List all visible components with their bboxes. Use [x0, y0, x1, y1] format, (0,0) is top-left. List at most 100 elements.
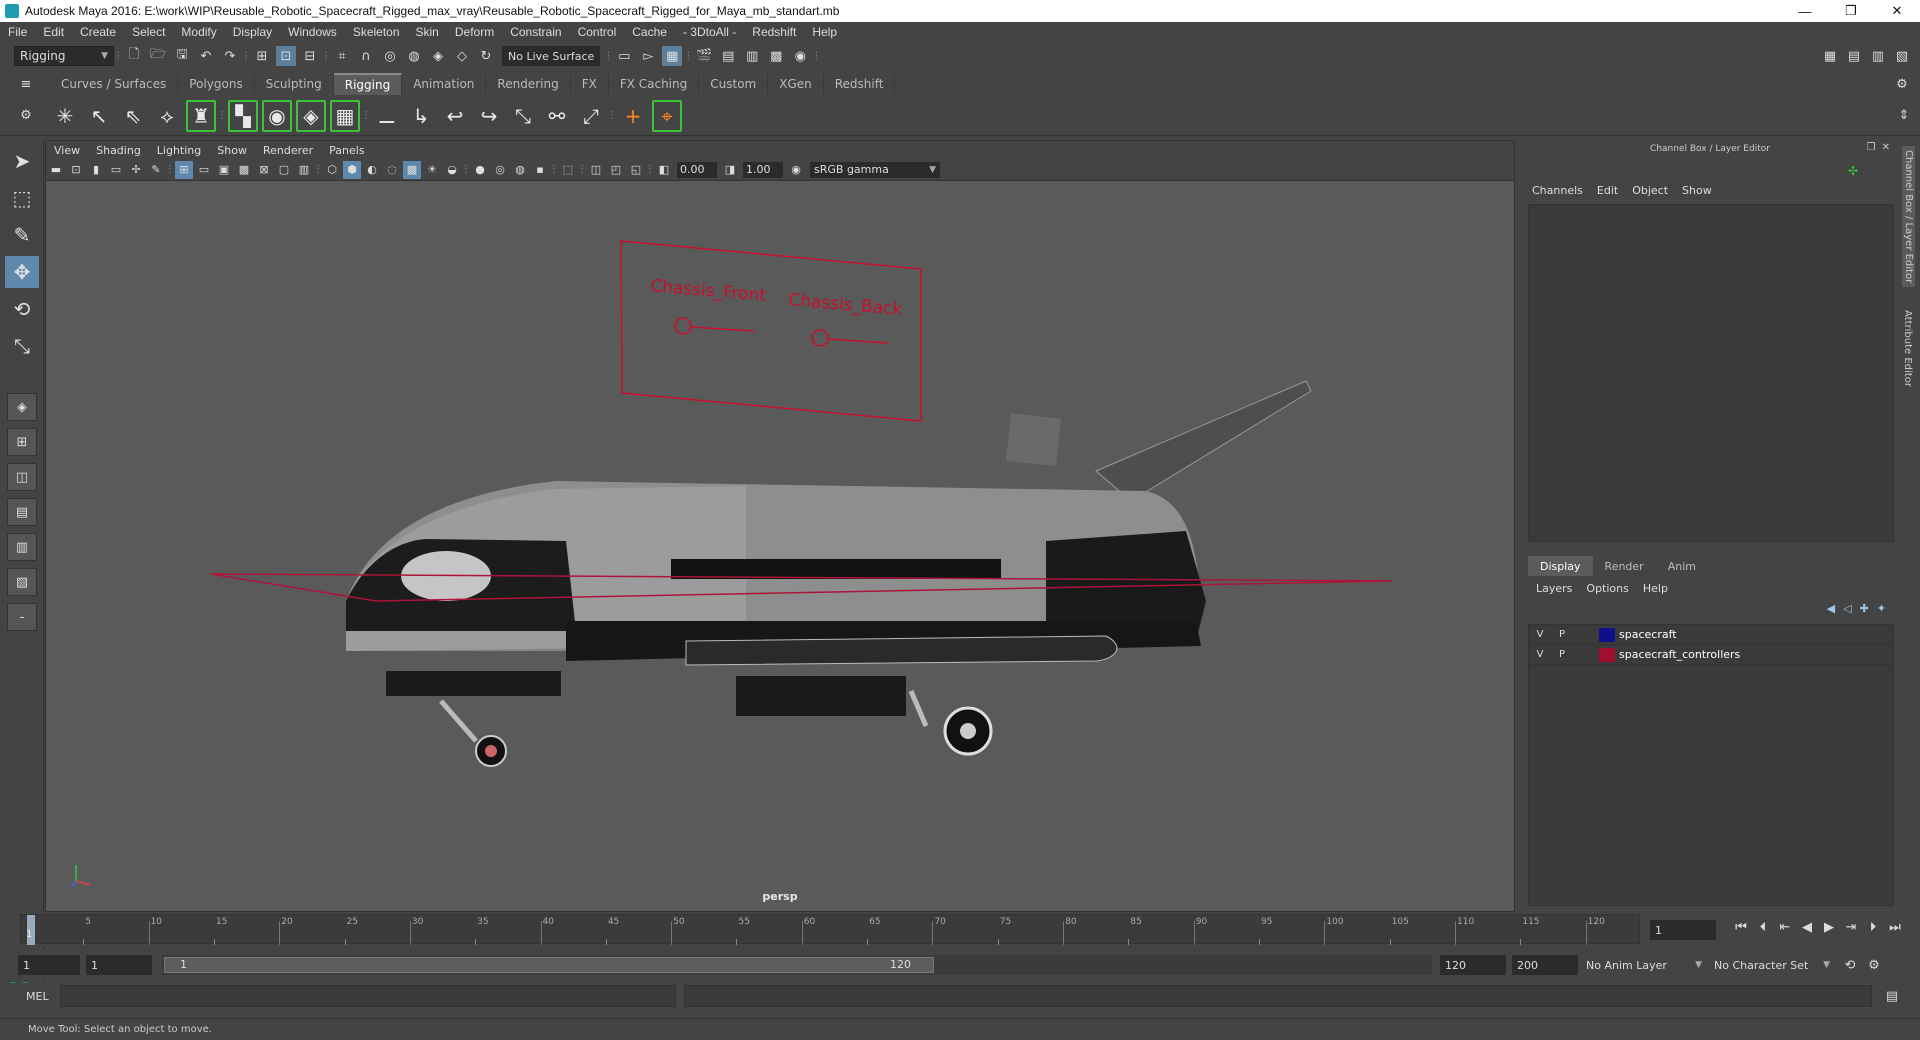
- outliner-layout-icon[interactable]: ▤: [7, 498, 37, 526]
- tab-rendering[interactable]: Rendering: [486, 73, 571, 95]
- exposure-field[interactable]: 0.00: [677, 161, 717, 178]
- layers-menu[interactable]: Layers: [1536, 582, 1572, 595]
- menu-skeleton[interactable]: Skeleton: [345, 25, 408, 39]
- ik-handle-icon[interactable]: ↖: [84, 100, 114, 132]
- open-scene-icon[interactable]: 🗁: [148, 46, 168, 66]
- history-icon[interactable]: ↻: [476, 46, 496, 66]
- hypershade-layout-icon[interactable]: ▧: [7, 568, 37, 596]
- ambient-occlusion-icon[interactable]: ●: [471, 161, 489, 179]
- separator-handle-icon[interactable]: ⋮: [313, 160, 323, 180]
- menu-edit[interactable]: Edit: [35, 25, 72, 39]
- snap-grid-icon[interactable]: ⌗: [332, 46, 352, 66]
- move-layer-up-icon[interactable]: ◀: [1827, 602, 1835, 615]
- color-management-icon[interactable]: ◉: [787, 161, 805, 179]
- new-empty-layer-icon[interactable]: ✚: [1860, 602, 1869, 615]
- viewport-menu-shading[interactable]: Shading: [88, 144, 149, 157]
- range-slider-fill[interactable]: [164, 957, 934, 973]
- current-frame-field[interactable]: 1: [1650, 920, 1716, 940]
- layer-row-spacecraft[interactable]: V P spacecraft: [1529, 625, 1893, 645]
- shelf-settings-gear-icon[interactable]: ⚙: [1892, 74, 1912, 94]
- two-pane-layout-icon[interactable]: ◫: [7, 463, 37, 491]
- layer-visibility-toggle[interactable]: V: [1529, 649, 1551, 660]
- gamma-field[interactable]: 1.00: [743, 161, 783, 178]
- restore-button[interactable]: ❐: [1828, 0, 1874, 22]
- tab-anim[interactable]: Anim: [1656, 556, 1708, 576]
- shelf-menu-icon[interactable]: ≡: [16, 74, 36, 94]
- separator-handle-icon[interactable]: ⋮: [645, 160, 655, 180]
- interactive-bind-icon[interactable]: ◉: [262, 99, 292, 132]
- separator-handle-icon[interactable]: ⋮: [603, 46, 613, 66]
- channels-menu[interactable]: Channels: [1532, 184, 1583, 197]
- chassis-controller-panel[interactable]: Chassis_Front Chassis_Back: [620, 240, 922, 422]
- paint-weights-icon[interactable]: ◈: [296, 99, 326, 132]
- separator-handle-icon[interactable]: ⋮: [461, 160, 471, 180]
- channel-show-menu[interactable]: Show: [1682, 184, 1712, 197]
- viewport-menu-renderer[interactable]: Renderer: [255, 144, 321, 157]
- separator-handle-icon[interactable]: ⋮: [165, 160, 175, 180]
- hypershade-icon[interactable]: ▩: [766, 46, 786, 66]
- xray-components-icon[interactable]: ◱: [627, 161, 645, 179]
- snap-view-plane-icon[interactable]: ◍: [404, 46, 424, 66]
- new-layer-from-selection-icon[interactable]: ✦: [1877, 602, 1886, 615]
- separator-handle-icon[interactable]: ⋮: [577, 160, 587, 180]
- menu-3dtoall[interactable]: - 3DtoAll -: [675, 25, 744, 39]
- camera-attributes-icon[interactable]: ⊡: [67, 161, 85, 179]
- view-transform-dropdown[interactable]: sRGB gamma ▼: [810, 161, 940, 178]
- snap-surface-icon[interactable]: ◈: [428, 46, 448, 66]
- pole-vector-icon[interactable]: ⤢: [576, 100, 606, 132]
- separator-handle-icon[interactable]: ⋮: [241, 46, 251, 66]
- render-view-icon[interactable]: ◉: [790, 46, 810, 66]
- auto-key-icon[interactable]: ⟲: [1840, 955, 1860, 975]
- insert-joint-icon[interactable]: ⟡: [152, 100, 182, 132]
- tab-curves-surfaces[interactable]: Curves / Surfaces: [50, 73, 179, 95]
- channel-edit-menu[interactable]: Edit: [1597, 184, 1618, 197]
- new-scene-icon[interactable]: 🗋: [124, 46, 144, 66]
- separator-handle-icon[interactable]: ⋮: [217, 106, 227, 126]
- playback-end-field[interactable]: 120: [1440, 955, 1506, 975]
- quick-rig-icon[interactable]: ♜: [186, 99, 216, 132]
- viewport-menu-lighting[interactable]: Lighting: [149, 144, 209, 157]
- layer-playback-toggle[interactable]: P: [1551, 649, 1573, 660]
- channel-object-menu[interactable]: Object: [1632, 184, 1668, 197]
- separator-handle-icon[interactable]: ⋮: [361, 106, 371, 126]
- scale-constraint-icon[interactable]: ⤡: [508, 100, 538, 132]
- isolate-select-icon[interactable]: ⬚: [559, 161, 577, 179]
- menu-skin[interactable]: Skin: [408, 25, 447, 39]
- use-all-lights-icon[interactable]: ☀: [423, 161, 441, 179]
- lasso-tool-icon[interactable]: ⬚: [5, 182, 39, 214]
- animation-start-field[interactable]: 1: [18, 955, 80, 975]
- multisample-aa-icon[interactable]: ◍: [511, 161, 529, 179]
- layer-row-spacecraft-controllers[interactable]: V P spacecraft_controllers: [1529, 645, 1893, 665]
- snap-curve-icon[interactable]: ∩: [356, 46, 376, 66]
- orient-constraint-icon[interactable]: ↪: [474, 100, 504, 132]
- rotate-tool-icon[interactable]: ⟲: [5, 293, 39, 325]
- layer-display-type-toggle[interactable]: [1575, 648, 1593, 662]
- safe-action-icon[interactable]: ▢: [275, 161, 293, 179]
- viewport-menu-view[interactable]: View: [46, 144, 88, 157]
- undo-icon[interactable]: ↶: [196, 46, 216, 66]
- anim-layer-dropdown[interactable]: No Anim Layer ▼: [1578, 955, 1706, 975]
- motion-blur-icon[interactable]: ◎: [491, 161, 509, 179]
- script-editor-icon[interactable]: ▤: [1882, 986, 1902, 1006]
- separator-handle-icon[interactable]: ⋮: [321, 46, 331, 66]
- save-scene-icon[interactable]: 🖫: [172, 46, 192, 66]
- construction-history-icon[interactable]: ▦: [662, 46, 683, 66]
- side-tab-channel-box[interactable]: Channel Box / Layer Editor: [1902, 146, 1915, 288]
- select-objects-icon[interactable]: ⊡: [276, 46, 296, 66]
- separator-handle-icon[interactable]: ⋮: [683, 46, 693, 66]
- tab-fx-caching[interactable]: FX Caching: [609, 73, 700, 95]
- tab-redshift[interactable]: Redshift: [824, 73, 896, 95]
- gamma-icon[interactable]: ◨: [721, 161, 739, 179]
- tab-render[interactable]: Render: [1593, 556, 1656, 576]
- scene-view[interactable]: Chassis_Front Chassis_Back persp: [46, 181, 1514, 911]
- menu-set-dropdown[interactable]: Rigging ▼: [14, 46, 114, 66]
- wireframe-icon[interactable]: ⬡: [323, 161, 341, 179]
- rig-script-icon[interactable]: ⌖: [652, 99, 682, 132]
- two-d-pan-icon[interactable]: ✢: [127, 161, 145, 179]
- spacecraft-model[interactable]: [346, 380, 1312, 767]
- resolution-gate-icon[interactable]: ▣: [215, 161, 233, 179]
- minimize-button[interactable]: —: [1782, 0, 1828, 22]
- shelf-options-icon[interactable]: ⚙: [16, 106, 36, 126]
- layer-color-swatch[interactable]: [1599, 647, 1615, 662]
- scale-tool-icon[interactable]: ⤡: [5, 330, 39, 362]
